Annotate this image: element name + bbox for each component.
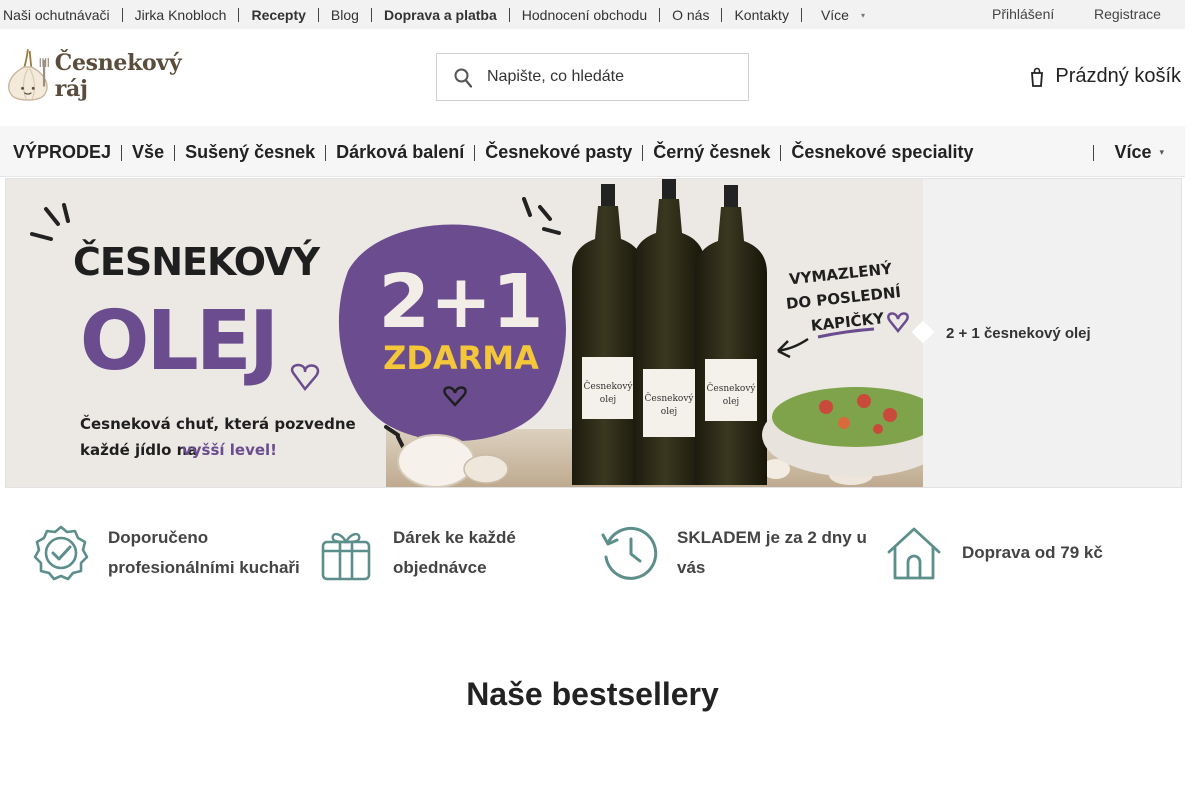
banner-promo-small: ZDARMA — [383, 339, 539, 377]
top-nav-link-recepty[interactable]: Recepty — [251, 7, 305, 23]
search-bar — [436, 53, 749, 101]
bottle-label-1: Česnekový — [645, 392, 695, 404]
top-nav-link-blog[interactable]: Blog — [331, 7, 359, 23]
garlic-oil-promo-image: ČESNEKOVÝ OLEJ Česneková chuť, která poz… — [6, 179, 923, 487]
chevron-down-icon: ▾ — [1159, 147, 1164, 157]
top-nav-more-label: Více — [820, 7, 849, 23]
nav-item-cerny-cesnek[interactable]: Černý česnek — [653, 142, 770, 163]
banner-headline-1: ČESNEKOVÝ — [73, 240, 320, 284]
register-link[interactable]: Registrace — [1094, 6, 1161, 22]
banner-promo-big: 2+1 — [379, 259, 544, 345]
divider — [721, 8, 723, 22]
bottle-label-2: olej — [661, 407, 677, 417]
nav-item-cesnekove-pasty[interactable]: Česnekové pasty — [485, 142, 632, 163]
nav-item-vse[interactable]: Vše — [132, 142, 164, 163]
top-nav-link-jirka-knobloch[interactable]: Jirka Knobloch — [135, 7, 227, 23]
divider — [121, 8, 123, 22]
nav-item-suseny-cesnek[interactable]: Sušený česnek — [185, 142, 315, 163]
search-icon[interactable] — [454, 68, 472, 88]
bottle-label-1: Česnekový — [584, 380, 634, 392]
search-input[interactable] — [487, 55, 737, 99]
divider — [238, 8, 240, 22]
top-nav-link-o-nas[interactable]: O nás — [672, 7, 709, 23]
top-nav-more-dropdown[interactable]: Více ▾ — [821, 7, 865, 23]
banner-caption-link[interactable]: 2 + 1 česnekový olej — [946, 325, 1091, 342]
divider — [325, 144, 327, 161]
divider — [800, 8, 802, 22]
top-nav: Naši ochutnávači Jirka Knobloch Recepty … — [3, 7, 865, 23]
divider — [642, 144, 644, 161]
nav-item-cesnekove-speciality[interactable]: Česnekové speciality — [791, 142, 973, 163]
divider — [370, 8, 372, 22]
nav-more-label: Více — [1114, 142, 1152, 162]
banner-tagline-accent: vyšší level! — [182, 441, 277, 459]
top-nav-link-ochutnavaci[interactable]: Naši ochutnávači — [3, 7, 110, 23]
logo-text: Česnekový ráj — [54, 50, 182, 102]
divider — [174, 144, 176, 161]
site-logo[interactable]: Česnekový ráj — [3, 44, 203, 106]
cart-label: Prázdný košík — [1055, 65, 1181, 87]
divider — [474, 144, 476, 161]
nav-more-dropdown[interactable]: Více ▾ — [1093, 142, 1164, 163]
feature-text: Doprava od 79 kč — [962, 543, 1103, 562]
banner-caption-panel: 2 + 1 česnekový olej — [911, 179, 1181, 487]
top-nav-link-kontakty[interactable]: Kontakty — [734, 7, 788, 23]
divider — [508, 8, 510, 22]
bottle-label-2: olej — [600, 395, 616, 405]
hero-banner: ČESNEKOVÝ OLEJ Česneková chuť, která poz… — [5, 178, 1182, 488]
top-nav-link-doprava[interactable]: Doprava a platba — [384, 7, 497, 23]
feature-recommended: Doporučeno profesionálními kuchaři — [32, 508, 302, 598]
top-nav-link-hodnoceni[interactable]: Hodnocení obchodu — [522, 7, 647, 23]
badge-check-icon — [33, 525, 89, 581]
chevron-down-icon: ▾ — [860, 10, 865, 20]
divider — [1093, 144, 1095, 161]
banner-tagline-2: každé jídlo na — [80, 441, 197, 459]
banner-tagline-1: Česneková chuť, která pozvedne — [80, 414, 356, 433]
divider — [780, 144, 782, 161]
feature-shipping: Doprava od 79 kč — [885, 508, 1155, 598]
feature-text: Dárek ke každé objednávce — [393, 528, 516, 577]
house-icon — [887, 527, 941, 580]
feature-text: Doporučeno profesionálními kuchaři — [108, 528, 300, 577]
nav-item-vyprodej[interactable]: VÝPRODEJ — [13, 142, 111, 163]
garlic-logo-icon — [8, 49, 49, 101]
bottle-label-2: olej — [723, 397, 739, 407]
feature-delivery-time: SKLADEM je za 2 dny u vás — [600, 508, 870, 598]
bottle-label-1: Česnekový — [707, 382, 757, 394]
clock-icon — [601, 526, 658, 580]
divider — [317, 8, 319, 22]
bestsellers-heading: Naše bestsellery — [466, 676, 719, 712]
top-utility-bar: Naši ochutnávači Jirka Knobloch Recepty … — [0, 0, 1185, 29]
divider — [121, 144, 123, 161]
feature-gift: Dárek ke každé objednávce — [319, 508, 589, 598]
banner-image[interactable]: ČESNEKOVÝ OLEJ Česneková chuť, která poz… — [6, 179, 923, 487]
cart-button[interactable]: Prázdný košík — [1030, 65, 1181, 88]
feature-text: SKLADEM je za 2 dny u vás — [677, 528, 867, 577]
main-category-nav: VÝPRODEJ Vše Sušený česnek Dárková balen… — [0, 126, 1185, 177]
gift-icon — [321, 532, 371, 581]
banner-headline-2: OLEJ — [80, 294, 276, 389]
divider — [659, 8, 661, 22]
shopping-bag-icon — [1031, 67, 1044, 87]
login-link[interactable]: Přihlášení — [992, 6, 1054, 22]
nav-item-darkova-baleni[interactable]: Dárková balení — [336, 142, 464, 163]
